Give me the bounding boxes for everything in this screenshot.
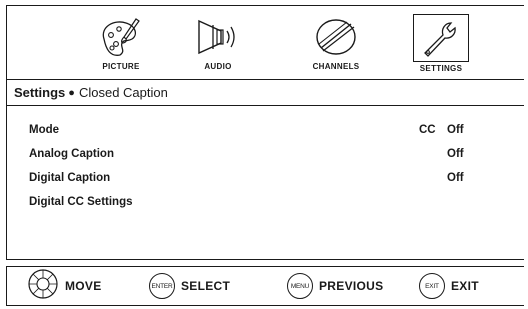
- menu-key-icon: MENU: [287, 273, 313, 299]
- tab-channels[interactable]: CHANNELS: [290, 14, 382, 76]
- option-label: Mode: [29, 124, 60, 136]
- tab-label: PICTURE: [102, 62, 140, 71]
- tab-label: AUDIO: [204, 62, 232, 71]
- breadcrumb-page: Closed Caption: [78, 85, 168, 100]
- option-value: Off: [447, 124, 464, 136]
- breadcrumb-separator: ●: [68, 86, 75, 99]
- tab-picture[interactable]: PICTURE: [75, 14, 167, 76]
- speaker-icon: [185, 14, 251, 60]
- menu-bar: PICTURE AUDIO CHANNELS SETTINGS: [7, 6, 524, 80]
- enter-key-icon: ENTER: [149, 273, 175, 299]
- tab-audio[interactable]: AUDIO: [172, 14, 264, 76]
- options-list: Mode CC Off Analog Caption Off Digital C…: [7, 118, 524, 214]
- breadcrumb: Settings ● Closed Caption: [7, 80, 524, 106]
- nav-hint-bar: MOVE ENTER SELECT MENU PREVIOUS EXIT EXI…: [6, 266, 524, 306]
- main-panel: PICTURE AUDIO CHANNELS SETTINGS Settings…: [6, 5, 524, 260]
- option-digital-cc-settings[interactable]: Digital CC Settings: [7, 190, 524, 214]
- osd-screen: PICTURE AUDIO CHANNELS SETTINGS Settings…: [0, 0, 528, 309]
- nav-label: PREVIOUS: [319, 279, 384, 293]
- option-digital-caption[interactable]: Digital Caption Off: [7, 166, 524, 190]
- nav-previous: MENU PREVIOUS: [287, 271, 383, 301]
- option-analog-caption[interactable]: Analog Caption Off: [7, 142, 524, 166]
- breadcrumb-section: Settings: [14, 85, 66, 100]
- satellite-dish-icon: [303, 14, 369, 60]
- nav-label: EXIT: [451, 279, 479, 293]
- nav-exit: EXIT EXIT: [419, 271, 479, 301]
- option-mode[interactable]: Mode CC Off: [7, 118, 524, 142]
- nav-label: SELECT: [181, 279, 231, 293]
- tab-label: SETTINGS: [419, 64, 463, 73]
- option-label: Analog Caption: [29, 148, 114, 160]
- palette-icon: [88, 14, 154, 60]
- dpad-icon: [27, 268, 59, 305]
- nav-move: MOVE: [27, 268, 102, 301]
- option-value: Off: [447, 148, 464, 160]
- option-prefix: CC: [419, 124, 436, 136]
- nav-label: MOVE: [65, 279, 102, 293]
- option-label: Digital CC Settings: [29, 196, 133, 208]
- tab-label: CHANNELS: [312, 62, 360, 71]
- exit-key-icon: EXIT: [419, 273, 445, 299]
- tab-settings[interactable]: SETTINGS: [395, 14, 487, 76]
- option-label: Digital Caption: [29, 172, 111, 184]
- option-value: Off: [447, 172, 464, 184]
- wrench-icon: [413, 14, 469, 62]
- nav-select: ENTER SELECT: [149, 271, 230, 301]
